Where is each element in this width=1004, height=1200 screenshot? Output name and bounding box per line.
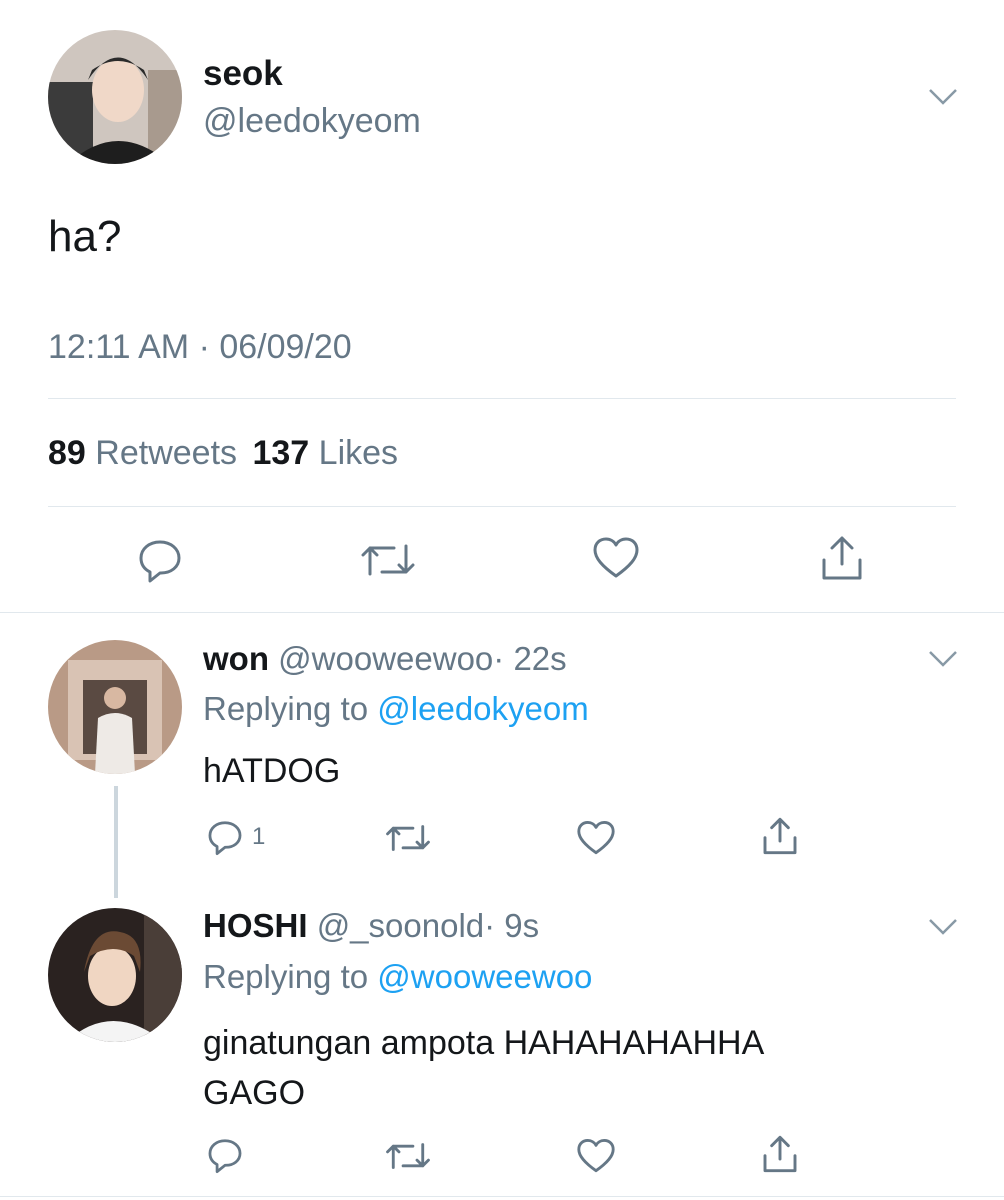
main-tweet-text: ha? xyxy=(48,212,122,261)
retweet-icon[interactable] xyxy=(360,538,416,582)
reply-display-name[interactable]: HOSHI xyxy=(203,907,308,944)
thread-line xyxy=(114,786,118,898)
main-avatar[interactable] xyxy=(48,30,182,164)
reply-handle[interactable]: @wooweewoo xyxy=(278,640,493,677)
engagement-stats: 89 Retweets 137 Likes xyxy=(48,434,398,473)
reply-avatar[interactable] xyxy=(48,908,182,1042)
share-icon[interactable] xyxy=(760,1134,800,1174)
chevron-down-icon[interactable] xyxy=(928,88,958,106)
reply-time[interactable]: · 9s xyxy=(484,907,539,944)
chevron-down-icon[interactable] xyxy=(928,650,958,668)
reply-header: won @wooweewoo· 22s xyxy=(203,640,567,678)
share-icon[interactable] xyxy=(760,816,800,856)
reply-header: HOSHI @_soonold· 9s xyxy=(203,907,539,945)
section-divider xyxy=(0,1196,1004,1197)
replying-to-handle[interactable]: @leedokyeom xyxy=(377,690,588,727)
reply-time[interactable]: · 22s xyxy=(493,640,566,677)
reply-handle[interactable]: @_soonold xyxy=(317,907,484,944)
share-icon[interactable] xyxy=(818,534,866,582)
section-divider xyxy=(0,612,1004,613)
divider xyxy=(48,506,956,507)
reply-icon[interactable] xyxy=(206,1136,244,1174)
main-display-name[interactable]: seok xyxy=(203,54,283,94)
retweet-icon[interactable] xyxy=(385,1138,431,1174)
likes-label[interactable]: Likes xyxy=(319,434,398,472)
like-icon[interactable] xyxy=(576,1138,616,1174)
like-icon[interactable] xyxy=(576,820,616,856)
divider xyxy=(48,398,956,399)
retweets-label[interactable]: Retweets xyxy=(95,434,237,472)
replying-to: Replying to @leedokyeom xyxy=(203,690,589,728)
reply-display-name[interactable]: won xyxy=(203,640,269,677)
like-icon[interactable] xyxy=(592,536,640,580)
replying-prefix: Replying to xyxy=(203,690,369,727)
main-timestamp[interactable]: 12:11 AM · 06/09/20 xyxy=(48,328,352,367)
retweets-count[interactable]: 89 xyxy=(48,434,86,472)
reply-count: 1 xyxy=(252,823,266,850)
retweet-icon[interactable] xyxy=(385,820,431,856)
likes-count[interactable]: 137 xyxy=(252,434,309,472)
reply-text-line: ginatungan ampota HAHAHAHAHHA xyxy=(203,1024,765,1062)
reply-icon xyxy=(206,818,244,856)
reply-text: hATDOG xyxy=(203,752,341,790)
reply-icon[interactable] xyxy=(136,536,184,584)
chevron-down-icon[interactable] xyxy=(928,918,958,936)
replying-to: Replying to @wooweewoo xyxy=(203,958,592,996)
reply-text: ginatungan ampota HAHAHAHAHHA GAGO xyxy=(203,1018,764,1118)
replying-prefix: Replying to xyxy=(203,958,369,995)
reply-avatar[interactable] xyxy=(48,640,182,774)
main-handle[interactable]: @leedokyeom xyxy=(203,102,421,141)
replying-to-handle[interactable]: @wooweewoo xyxy=(377,958,592,995)
reply-button[interactable]: 1 xyxy=(206,818,265,856)
reply-text-line: GAGO xyxy=(203,1074,306,1112)
